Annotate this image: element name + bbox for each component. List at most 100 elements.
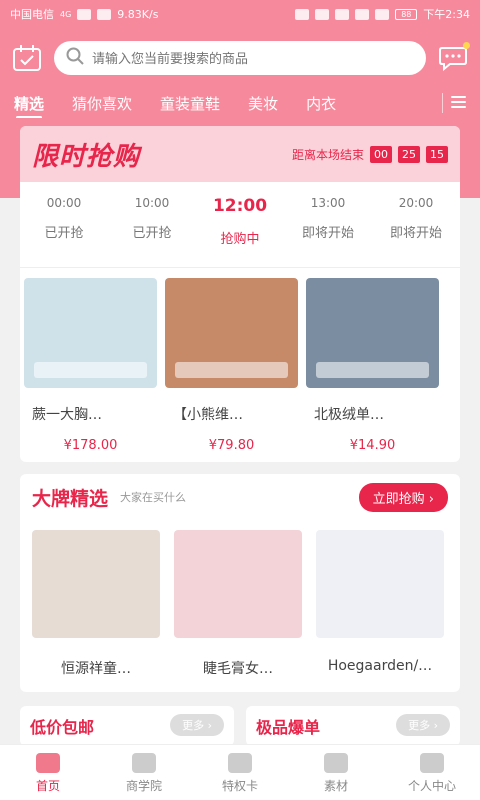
product-card[interactable]: 【小熊维… ¥79.80 [165,278,298,453]
session-time: 00:00 [46,196,82,210]
brand-item[interactable]: 恒源祥童… [32,530,160,678]
session-time: 12:00 [212,196,268,216]
session-item[interactable]: 10:00 已开抢 [108,182,196,267]
flash-sale-header: 限时抢购 距离本场结束 00 25 15 [20,126,460,182]
session-state: 抢购中 [220,232,260,247]
brand-section-card: 大牌精选 大家在买什么 立即抢购 › 恒源祥童… 睫毛膏女… Hoegaarde… [20,474,460,692]
tab-featured[interactable]: 精选 [14,93,44,119]
hot-items-title: 极品爆单 [256,718,321,737]
more-label: 更多 [182,719,205,732]
countdown-minutes: 25 [398,145,420,163]
nav-profile[interactable]: 个人中心 [384,745,480,800]
session-state: 已开抢 [44,226,84,241]
brand-item-name: 睫毛膏女… [203,661,273,677]
product-image [306,278,439,388]
buy-now-button[interactable]: 立即抢购 › [358,482,448,512]
calendar-icon[interactable] [12,44,42,72]
brand-section-subtitle: 大家在买什么 [120,491,187,504]
session-item[interactable]: 00:00 已开抢 [20,182,108,267]
brand-item[interactable]: 睫毛膏女… [174,530,302,678]
more-label: 更多 [408,719,431,732]
session-state: 即将开始 [301,226,354,241]
product-price: ¥14.90 [349,438,396,453]
brand-item-image [316,530,444,638]
session-time: 20:00 [398,196,434,210]
nav-materials[interactable]: 素材 [288,745,384,800]
session-list: 00:00 已开抢 10:00 已开抢 12:00 抢购中 13:00 即将开始 20:… [20,182,460,268]
product-card[interactable]: 北极绒单… ¥14.90 [306,278,439,453]
countdown-hours: 00 [370,145,392,163]
product-card[interactable]: 蕨一大胸… ¥178.00 [24,278,157,453]
low-price-title: 低价包邮 [30,718,95,737]
app-notification-icon [295,8,310,20]
session-item[interactable]: 20:00 即将开始 [372,182,460,267]
clock: 下午2:34 [423,8,470,21]
flash-product-list: 蕨一大胸… ¥178.00 【小熊维… ¥79.80 北极绒单… ¥14.90 [20,268,460,453]
product-name: 蕨一大胸… [32,407,102,423]
buy-now-label: 立即抢购 [372,491,425,507]
nav-home[interactable]: 首页 [0,745,96,800]
low-price-card[interactable]: 低价包邮 更多 › [20,706,234,746]
carrier-label: 中国电信 [10,8,54,21]
battery-icon: 88 [395,8,418,20]
tab-beauty[interactable]: 美妆 [248,93,278,114]
wifi-icon [97,8,112,20]
search-box[interactable] [54,41,426,75]
menu-icon[interactable] [442,93,466,113]
session-time: 13:00 [310,196,346,210]
brand-item-image [174,530,302,638]
product-image [24,278,157,388]
product-image [165,278,298,388]
session-time: 10:00 [134,196,170,210]
tab-underwear[interactable]: 内衣 [306,93,336,114]
product-price: ¥178.00 [63,438,118,453]
brand-item-name: 恒源祥童… [61,661,131,677]
flash-sale-card: 限时抢购 距离本场结束 00 25 15 00:00 已开抢 10:00 已开抢 1… [20,126,460,462]
status-bar: 中国电信 4G 9.83K/s 88 下午2:34 [0,0,480,28]
network-speed: 9.83K/s [117,7,159,21]
hot-items-card[interactable]: 极品爆单 更多 › [246,706,460,746]
brand-section-title: 大牌精选 [32,487,109,510]
flash-sale-title: 限时抢购 [32,141,141,172]
brand-item-name: Hoegaarden/… [327,658,433,674]
category-tabs: 精选 猜你喜欢 童装童鞋 美妆 内衣 [0,88,480,119]
tab-kids-wear[interactable]: 童装童鞋 [160,93,220,114]
nav-label: 素材 [323,779,348,793]
session-state: 已开抢 [132,226,172,241]
alarm-icon [355,8,370,20]
product-name: 【小熊维… [173,407,243,423]
nav-label: 个人中心 [407,779,456,793]
search-icon [66,47,84,69]
nav-label: 特权卡 [221,779,258,793]
clover-icon [132,753,156,773]
eye-icon [335,8,350,20]
countdown-seconds: 15 [426,145,448,163]
countdown-label: 距离本场结束 [291,147,364,162]
countdown: 距离本场结束 00 25 15 [291,145,448,163]
brand-item[interactable]: Hoegaarden/… [316,530,444,678]
hot-items-more-button[interactable]: 更多 › [396,714,450,736]
home-icon [36,753,60,773]
session-item[interactable]: 13:00 即将开始 [284,182,372,267]
nav-vip-card[interactable]: 特权卡 [192,745,288,800]
bottom-nav: 首页 商学院 特权卡 素材 个人中心 [0,744,480,800]
network-type: 4G [60,9,72,19]
session-state: 即将开始 [389,226,442,241]
notification-dot [463,42,470,49]
product-price: ¥79.80 [208,438,255,453]
diamond-icon [228,753,252,773]
brand-item-image [32,530,160,638]
brand-item-list: 恒源祥童… 睫毛膏女… Hoegaarden/… [20,520,460,678]
tab-guess-you-like[interactable]: 猜你喜欢 [72,93,132,114]
session-item-active[interactable]: 12:00 抢购中 [196,182,284,267]
app-notification-icon [315,8,330,20]
search-input[interactable] [92,50,414,66]
message-icon[interactable] [438,42,470,72]
nav-academy[interactable]: 商学院 [96,745,192,800]
low-price-more-button[interactable]: 更多 › [170,714,224,736]
header [0,28,480,88]
bluetooth-icon [375,8,390,20]
folder-icon [324,753,348,773]
nav-label: 首页 [35,779,60,793]
brand-section-header: 大牌精选 大家在买什么 立即抢购 › [20,474,460,520]
